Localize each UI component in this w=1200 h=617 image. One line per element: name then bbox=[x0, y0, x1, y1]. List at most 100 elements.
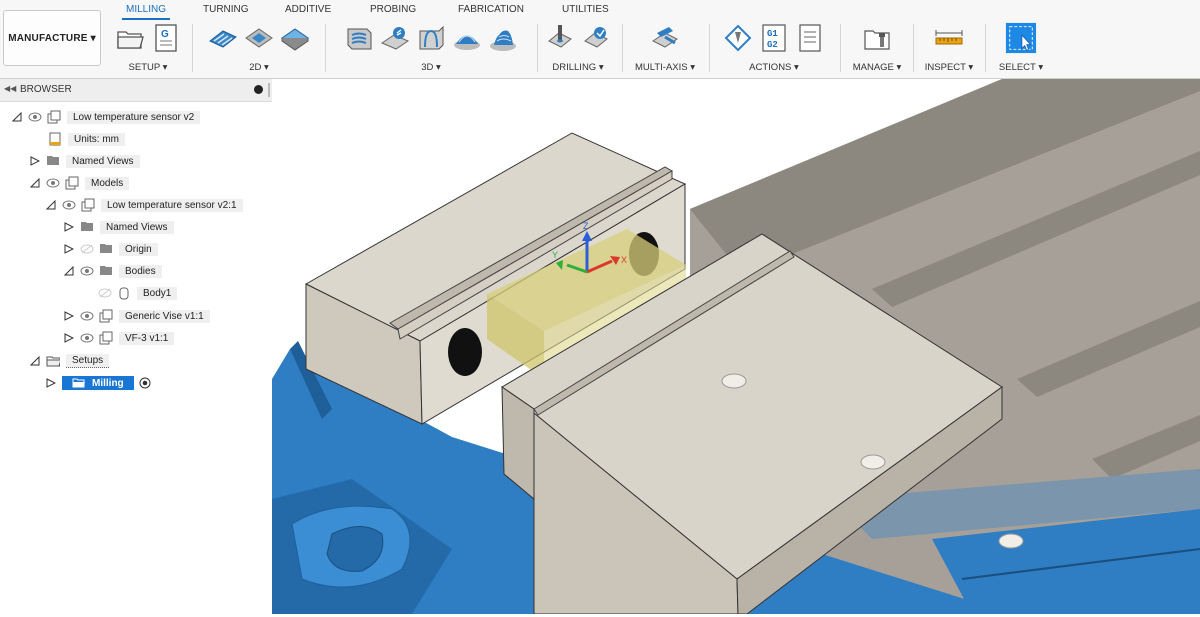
2d-adaptive-icon[interactable] bbox=[207, 22, 239, 54]
component-icon bbox=[47, 110, 61, 124]
tab-utilities[interactable]: UTILITIES bbox=[562, 4, 609, 15]
browser-header: ◀◀ BROWSER bbox=[0, 79, 272, 102]
tree-node-origin[interactable]: Origin bbox=[64, 240, 158, 258]
workspace-switcher-button[interactable]: MANUFACTURE ▾ bbox=[3, 10, 101, 66]
tree-node-sensor-component[interactable]: Low temperature sensor v2:1 bbox=[46, 196, 243, 214]
viewport-scene: Z X Y bbox=[272, 79, 1200, 615]
eye-hidden-icon[interactable] bbox=[98, 288, 112, 298]
actions-group: G1 G2 ACTIONS ▾ bbox=[712, 18, 836, 76]
tree-node-milling-setup[interactable]: Milling bbox=[46, 374, 151, 392]
tree-node-label: Generic Vise v1:1 bbox=[119, 309, 210, 323]
eye-hidden-icon[interactable] bbox=[80, 244, 94, 254]
face-icon[interactable] bbox=[279, 22, 311, 54]
3d-viewport-canvas[interactable]: Z X Y bbox=[272, 79, 1200, 615]
tree-node-vf3[interactable]: VF-3 v1:1 bbox=[64, 329, 175, 347]
milling-setup-label: Milling bbox=[92, 377, 124, 389]
tree-node-body1[interactable]: Body1 bbox=[98, 284, 178, 302]
3d-adaptive-icon[interactable] bbox=[343, 22, 375, 54]
tab-fabrication[interactable]: FABRICATION bbox=[458, 4, 524, 15]
expand-triangle-icon[interactable] bbox=[64, 244, 74, 254]
drilling-group-label[interactable]: DRILLING ▾ bbox=[540, 62, 616, 73]
tree-node-generic-vise[interactable]: Generic Vise v1:1 bbox=[64, 307, 210, 325]
tree-node-bodies[interactable]: Bodies bbox=[64, 262, 162, 280]
tree-node-label: Low temperature sensor v2 bbox=[67, 110, 201, 124]
tree-node-label: Bodies bbox=[119, 264, 162, 278]
collapse-browser-icon[interactable]: ◀◀ bbox=[4, 84, 16, 93]
setup-sheet-icon[interactable] bbox=[794, 22, 826, 54]
tree-node-label: VF-3 v1:1 bbox=[119, 331, 175, 345]
tab-turning[interactable]: TURNING bbox=[203, 4, 249, 15]
select-cursor-icon[interactable] bbox=[1005, 22, 1037, 54]
setup-folder-icon bbox=[72, 378, 85, 388]
tab-additive[interactable]: ADDITIVE bbox=[285, 4, 331, 15]
3d-group-label[interactable]: 3D ▾ bbox=[328, 62, 534, 73]
expand-triangle-icon[interactable] bbox=[30, 156, 40, 166]
collapse-triangle-icon[interactable] bbox=[64, 266, 74, 276]
2d-pocket-icon[interactable] bbox=[243, 22, 275, 54]
collapse-triangle-icon[interactable] bbox=[30, 178, 40, 188]
collapse-triangle-icon[interactable] bbox=[30, 356, 40, 366]
setup-group-label[interactable]: SETUP ▾ bbox=[108, 62, 188, 73]
eye-icon[interactable] bbox=[46, 178, 60, 188]
svg-text:G1: G1 bbox=[767, 29, 778, 39]
multi-axis-icon[interactable] bbox=[649, 22, 681, 54]
ribbon-separator bbox=[709, 24, 710, 72]
eye-icon[interactable] bbox=[62, 200, 76, 210]
tree-node-setups[interactable]: Setups bbox=[30, 352, 110, 370]
tool-library-icon[interactable] bbox=[861, 22, 893, 54]
folder-icon bbox=[99, 264, 113, 278]
expand-triangle-icon[interactable] bbox=[64, 222, 74, 232]
inspect-group: INSPECT ▾ bbox=[916, 18, 982, 76]
component-icon bbox=[99, 309, 113, 323]
nc-program-icon[interactable]: G bbox=[150, 22, 182, 54]
tree-node-root[interactable]: Low temperature sensor v2 bbox=[12, 108, 201, 126]
tree-node-named-views-sub[interactable]: Named Views bbox=[64, 218, 174, 236]
manage-group-label[interactable]: MANAGE ▾ bbox=[844, 62, 910, 73]
expand-triangle-icon[interactable] bbox=[64, 311, 74, 321]
eye-icon[interactable] bbox=[80, 333, 94, 343]
tree-node-label: Setups bbox=[66, 354, 110, 368]
body-cylinder-icon bbox=[117, 286, 131, 300]
active-setup-radio-icon[interactable] bbox=[139, 377, 151, 389]
hole-recognition-icon[interactable] bbox=[580, 22, 612, 54]
eye-icon[interactable] bbox=[28, 112, 42, 122]
drilling-group: DRILLING ▾ bbox=[540, 18, 616, 76]
measure-icon[interactable] bbox=[933, 22, 965, 54]
inspect-group-label[interactable]: INSPECT ▾ bbox=[916, 62, 982, 73]
tree-node-models[interactable]: Models bbox=[30, 174, 130, 192]
scallop-icon[interactable] bbox=[487, 22, 519, 54]
drill-icon[interactable] bbox=[544, 22, 576, 54]
select-group-label[interactable]: SELECT ▾ bbox=[988, 62, 1054, 73]
tab-milling[interactable]: MILLING bbox=[121, 4, 171, 20]
contour-icon[interactable] bbox=[451, 22, 483, 54]
browser-options-icon[interactable] bbox=[254, 85, 263, 94]
jaw-screw-marker bbox=[998, 533, 1024, 549]
wcs-z-label: Z bbox=[583, 221, 589, 231]
browser-panel: ◀◀ BROWSER Low temperature sensor v2 Uni… bbox=[0, 79, 272, 614]
tree-node-named-views[interactable]: Named Views bbox=[30, 152, 140, 170]
steep-and-shallow-icon[interactable] bbox=[415, 22, 447, 54]
ribbon-separator bbox=[622, 24, 623, 72]
manage-group: MANAGE ▾ bbox=[844, 18, 910, 76]
tree-node-units[interactable]: Units: mm bbox=[48, 130, 125, 148]
component-icon bbox=[65, 176, 79, 190]
collapse-triangle-icon[interactable] bbox=[12, 112, 22, 122]
tab-probing[interactable]: PROBING bbox=[370, 4, 416, 15]
simulate-icon[interactable] bbox=[722, 22, 754, 54]
collapse-triangle-icon[interactable] bbox=[46, 200, 56, 210]
workspace-label: MANUFACTURE ▾ bbox=[8, 32, 96, 44]
expand-triangle-icon[interactable] bbox=[46, 378, 56, 388]
eye-icon[interactable] bbox=[80, 266, 94, 276]
post-process-icon[interactable]: G1 G2 bbox=[758, 22, 790, 54]
ribbon-separator bbox=[192, 24, 193, 72]
actions-group-label[interactable]: ACTIONS ▾ bbox=[712, 62, 836, 73]
new-setup-folder-icon[interactable] bbox=[114, 22, 146, 54]
pocket-clearing-icon[interactable] bbox=[379, 22, 411, 54]
eye-icon[interactable] bbox=[80, 311, 94, 321]
2d-group-label[interactable]: 2D ▾ bbox=[196, 62, 322, 73]
browser-resize-handle[interactable] bbox=[268, 83, 270, 97]
expand-triangle-icon[interactable] bbox=[64, 333, 74, 343]
ribbon-toolbar: MANUFACTURE ▾ MILLING TURNING ADDITIVE P… bbox=[0, 0, 1200, 79]
jaw-screw-marker bbox=[721, 373, 747, 389]
multi-axis-group-label[interactable]: MULTI-AXIS ▾ bbox=[626, 62, 704, 73]
